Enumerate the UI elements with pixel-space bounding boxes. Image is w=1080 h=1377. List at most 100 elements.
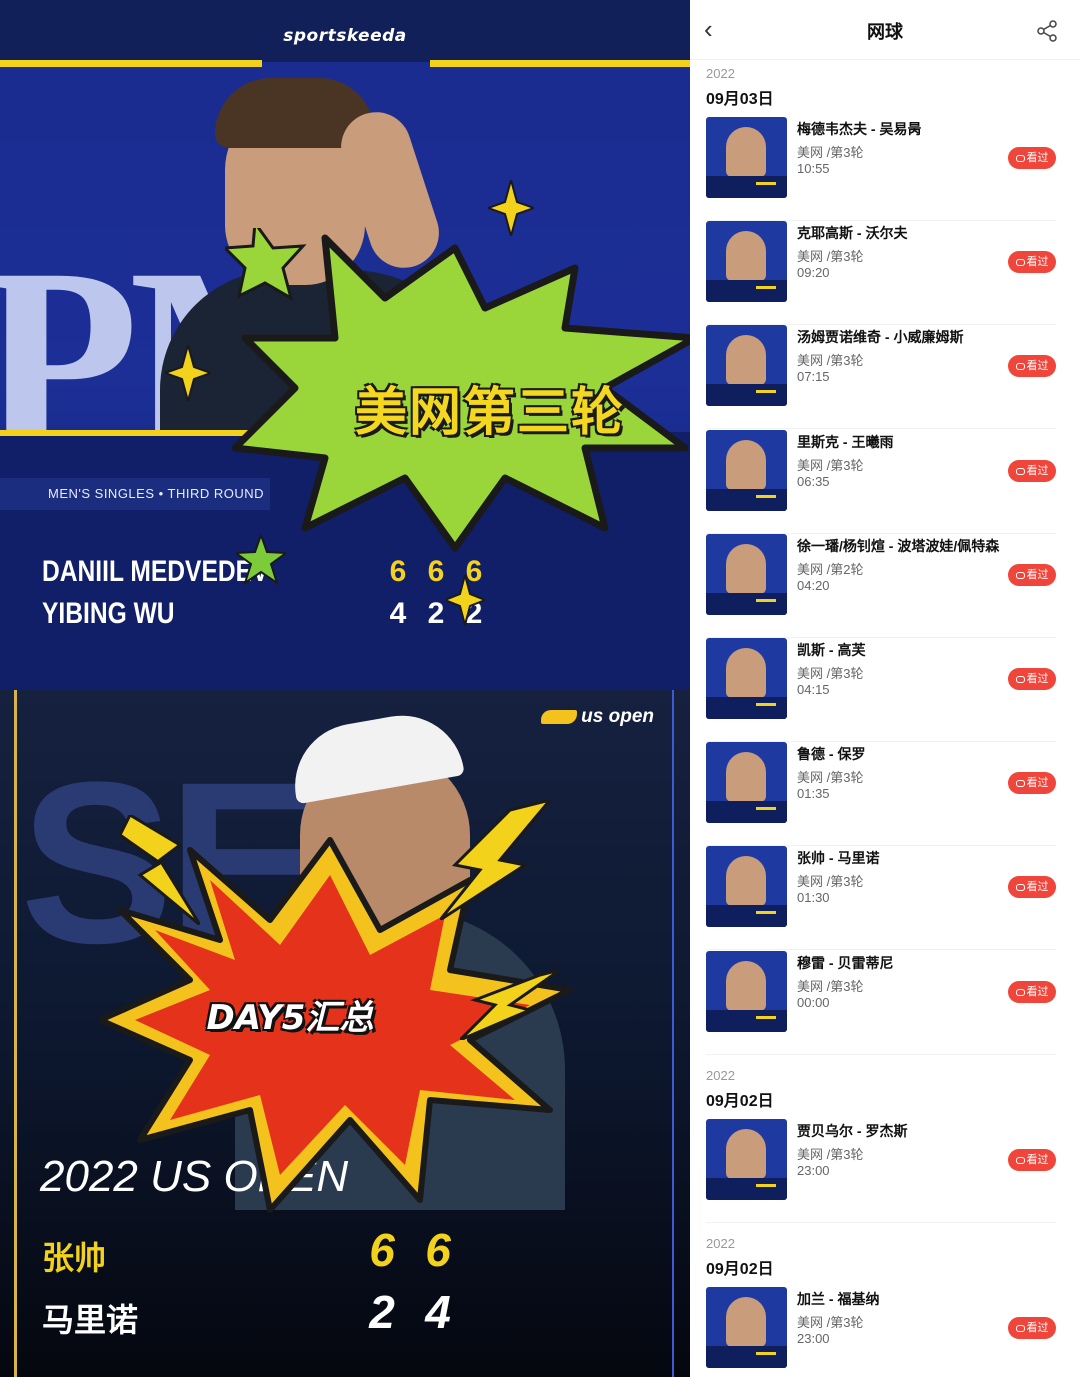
- watched-button[interactable]: 看过: [1008, 355, 1056, 378]
- match-row[interactable]: 贾贝乌尔 - 罗杰斯 美网 /第3轮 23:00 看过: [706, 1119, 1056, 1223]
- match-time: 01:30: [797, 890, 830, 906]
- watched-button[interactable]: 看过: [1008, 876, 1056, 899]
- match-time: 10:55: [797, 161, 830, 176]
- match-thumbnail[interactable]: [706, 1287, 787, 1368]
- match-title: 梅德韦杰夫 - 吴易昺: [797, 121, 922, 137]
- sparkle-icon: [165, 345, 211, 401]
- match-row[interactable]: 穆雷 - 贝雷蒂尼 美网 /第3轮 00:00 看过: [706, 950, 1056, 1055]
- match-time: 07:15: [797, 369, 830, 385]
- score-p2-set1: 2: [369, 1286, 395, 1338]
- match-thumbnail[interactable]: [706, 950, 787, 1032]
- player-name-1: 张帅: [42, 1240, 107, 1276]
- tv-icon: [1015, 780, 1025, 788]
- accent-stripe: [430, 60, 690, 67]
- match-row[interactable]: 鲁德 - 保罗 美网 /第3轮 01:35 看过: [706, 742, 1056, 847]
- match-title: 贾贝乌尔 - 罗杰斯: [797, 1123, 908, 1139]
- match-row[interactable]: 里斯克 - 王曦雨 美网 /第3轮 06:35 看过: [706, 429, 1056, 534]
- page-title: 网球: [867, 22, 903, 42]
- lightning-icon: [460, 970, 560, 1040]
- match-row[interactable]: 张帅 - 马里诺 美网 /第3轮 01:30 看过: [706, 846, 1056, 951]
- watched-button[interactable]: 看过: [1008, 1149, 1056, 1171]
- watched-button[interactable]: 看过: [1008, 459, 1056, 482]
- match-time: 04:15: [797, 682, 830, 697]
- watched-button[interactable]: 看过: [1008, 1317, 1056, 1339]
- match-title: 凯斯 - 高芙: [797, 642, 866, 658]
- watched-button[interactable]: 看过: [1008, 772, 1056, 795]
- score-p1-set1: 6: [369, 1224, 395, 1276]
- tv-icon: [1015, 1325, 1025, 1332]
- date-day: 09月02日: [706, 1261, 774, 1278]
- divider: [706, 1053, 1056, 1055]
- us-open-logo: us open: [541, 706, 654, 728]
- date-header: 2022 09月02日: [690, 1236, 774, 1279]
- divider: [706, 1222, 1056, 1223]
- share-icon[interactable]: [1036, 20, 1058, 42]
- date-year: 2022: [706, 1068, 735, 1083]
- match-row[interactable]: 加兰 - 福基纳 美网 /第3轮 23:00 看过: [706, 1287, 1056, 1377]
- gold-border: [14, 690, 17, 1377]
- match-thumbnail[interactable]: [706, 117, 787, 198]
- match-thumbnail[interactable]: [706, 742, 787, 824]
- match-title: 鲁德 - 保罗: [797, 746, 866, 763]
- match-time: 23:00: [797, 1163, 830, 1178]
- sportskeeda-logo: sportskeeda: [283, 26, 407, 46]
- match-row[interactable]: 徐一璠/杨钊煊 - 波塔波娃/佩特森 美网 /第2轮 04:20 看过: [706, 533, 1056, 638]
- match-league: 美网 /第3轮: [797, 457, 864, 473]
- tv-icon: [1015, 676, 1025, 683]
- tv-icon: [1015, 259, 1025, 267]
- date-year: 2022: [706, 66, 735, 81]
- match-league: 美网 /第2轮: [797, 561, 864, 577]
- match-league: 美网 /第3轮: [797, 145, 864, 160]
- match-thumbnail[interactable]: [706, 1119, 787, 1200]
- watched-button[interactable]: 看过: [1008, 251, 1056, 274]
- match-thumbnail[interactable]: [706, 533, 787, 615]
- match-time: 06:35: [797, 473, 830, 489]
- match-row[interactable]: 梅德韦杰夫 - 吴易昺 美网 /第3轮 10:55 看过: [706, 117, 1056, 221]
- sparkle-icon: [488, 180, 534, 236]
- player-name-2: YIBING WU: [42, 597, 175, 630]
- date-day: 09月02日: [706, 1093, 774, 1110]
- tv-icon: [1015, 988, 1025, 996]
- match-thumbnail[interactable]: [706, 221, 787, 303]
- match-league: 美网 /第3轮: [797, 1147, 864, 1162]
- tv-icon: [1015, 363, 1025, 371]
- date-year: 2022: [706, 1236, 735, 1251]
- match-thumbnail[interactable]: [706, 325, 787, 407]
- score-p1-set2: 6: [425, 1224, 451, 1276]
- sparkle-icon: [445, 575, 485, 625]
- match-time: 00:00: [797, 994, 830, 1010]
- score-p1-set1: 6: [389, 555, 407, 588]
- date-header: 2022 09月02日: [690, 1068, 774, 1111]
- match-thumbnail[interactable]: [706, 846, 787, 928]
- lightning-icon: [440, 800, 552, 920]
- tv-icon: [1015, 884, 1025, 892]
- match-row[interactable]: 汤姆贾诺维奇 - 小威廉姆斯 美网 /第3轮 07:15 看过: [706, 325, 1056, 430]
- nav-bar: ‹ 网球: [690, 0, 1080, 60]
- blue-border: [672, 690, 674, 1377]
- match-list-app: ‹ 网球 2022 09月03日 梅德韦杰夫 - 吴易昺 美网 /第3轮 10:55 看过…: [690, 0, 1080, 1377]
- match-title: 徐一璠/杨钊煊 - 波塔波娃/佩特森: [797, 537, 1000, 554]
- match-row[interactable]: 凯斯 - 高芙 美网 /第3轮 04:15 看过: [706, 638, 1056, 742]
- match-title: 穆雷 - 贝雷蒂尼: [797, 954, 894, 971]
- accent-stripe: [0, 60, 262, 67]
- tv-icon: [1015, 571, 1025, 579]
- watched-button[interactable]: 看过: [1008, 563, 1056, 586]
- score-p2-set2: 4: [425, 1286, 451, 1338]
- watched-button[interactable]: 看过: [1008, 147, 1056, 169]
- match-thumbnail[interactable]: [706, 429, 787, 511]
- match-row[interactable]: 克耶高斯 - 沃尔夫 美网 /第3轮 09:20 看过: [706, 221, 1056, 326]
- match-title: 里斯克 - 王曦雨: [797, 433, 894, 450]
- match-league: 美网 /第3轮: [797, 666, 864, 681]
- match-title: 克耶高斯 - 沃尔夫: [797, 225, 908, 242]
- match-thumbnail[interactable]: [706, 638, 787, 719]
- date-day: 09月03日: [706, 91, 774, 108]
- date-header: 2022 09月03日: [690, 66, 774, 109]
- watched-button[interactable]: 看过: [1008, 668, 1056, 690]
- match-title: 汤姆贾诺维奇 - 小威廉姆斯: [797, 329, 964, 346]
- player-name-2: 马里诺: [42, 1302, 139, 1338]
- match-time: 01:35: [797, 786, 830, 802]
- watched-button[interactable]: 看过: [1008, 980, 1056, 1003]
- burst-caption: DAY5汇总: [206, 998, 374, 1038]
- match-time: 04:20: [797, 577, 830, 593]
- player-name-1: DANIIL MEDVEDEV: [42, 555, 269, 588]
